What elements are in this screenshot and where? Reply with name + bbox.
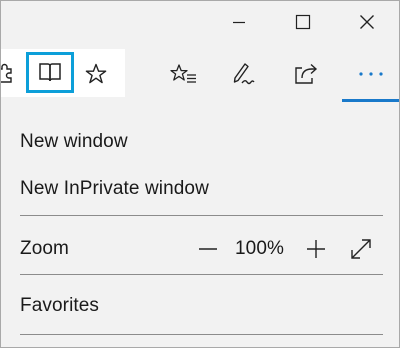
hub-button[interactable]: [170, 61, 198, 87]
extensions-icon: [1, 63, 12, 83]
zoom-out-button[interactable]: [191, 232, 225, 266]
menu-item-new-window[interactable]: New window: [20, 131, 128, 153]
favorites-star-icon: [85, 63, 107, 84]
share-button[interactable]: [292, 61, 320, 87]
full-screen-icon: [351, 239, 371, 259]
minimize-icon: [233, 21, 245, 24]
full-screen-button[interactable]: [344, 232, 378, 266]
title-bar: [1, 1, 399, 43]
more-menu: New window New InPrivate window Zoom 100…: [1, 104, 399, 347]
menu-divider: [20, 334, 383, 335]
menu-item-new-inprivate-window[interactable]: New InPrivate window: [20, 178, 209, 200]
reading-view-icon: [39, 63, 61, 82]
more-button-active-indicator: [342, 99, 399, 102]
share-icon: [295, 63, 318, 84]
menu-divider: [20, 215, 383, 216]
close-button[interactable]: [344, 1, 390, 43]
add-to-favorites-button[interactable]: [83, 61, 109, 87]
web-note-button[interactable]: [230, 60, 258, 88]
browser-window: New window New InPrivate window Zoom 100…: [0, 0, 400, 348]
zoom-level-value: 100%: [235, 238, 284, 259]
minus-icon: [199, 248, 217, 250]
maximize-button[interactable]: [280, 1, 326, 43]
more-button[interactable]: [352, 61, 390, 87]
zoom-in-button[interactable]: [299, 232, 333, 266]
plus-icon: [307, 240, 325, 258]
menu-divider: [20, 274, 383, 275]
close-icon: [360, 15, 374, 29]
maximize-icon: [295, 14, 311, 30]
reading-view-button[interactable]: [26, 52, 74, 93]
extensions-button[interactable]: [1, 61, 17, 85]
more-icon: [359, 72, 383, 76]
minimize-button[interactable]: [216, 1, 262, 43]
zoom-label: Zoom: [20, 238, 69, 259]
web-note-icon: [233, 63, 255, 85]
browser-toolbar: [1, 43, 399, 104]
menu-item-favorites[interactable]: Favorites: [20, 295, 99, 317]
hub-icon: [170, 64, 196, 83]
